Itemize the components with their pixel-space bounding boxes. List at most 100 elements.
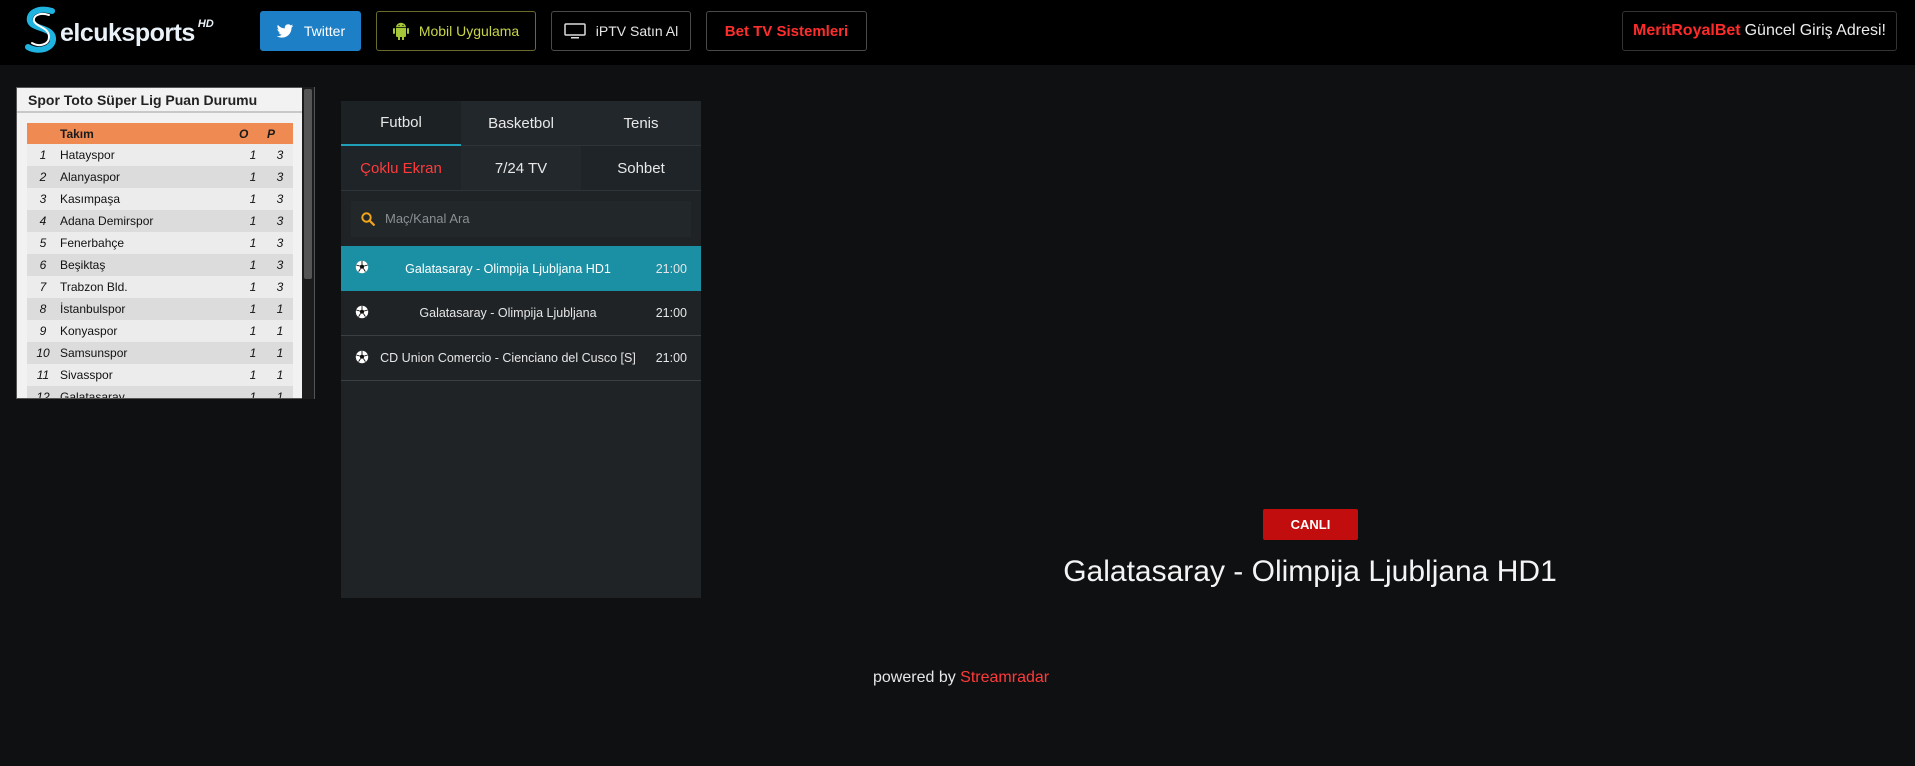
live-badge: CANLI: [1263, 509, 1358, 540]
standings-scroll-thumb[interactable]: [304, 89, 312, 279]
standings-row: 4 Adana Demirspor 1 3: [27, 210, 293, 232]
merit-royal-bet-button[interactable]: MeritRoyalBet Güncel Giriş Adresi!: [1622, 11, 1897, 51]
logo-s-icon: [25, 6, 56, 53]
tab-24-7-tv[interactable]: 7/24 TV: [461, 146, 581, 190]
tab-futbol[interactable]: Futbol: [341, 101, 461, 146]
tab-tenis[interactable]: Tenis: [581, 101, 701, 146]
points-header: P: [267, 123, 293, 144]
standings-row: 1 Hatayspor 1 3: [27, 144, 293, 166]
match-time: 21:00: [655, 306, 687, 320]
team-played: 1: [239, 342, 267, 364]
team-played: 1: [239, 386, 267, 398]
twitter-label: Twitter: [303, 23, 346, 39]
team-played: 1: [239, 210, 267, 232]
team-name: Fenerbahçe: [59, 232, 239, 254]
standings-table: Takım O P 1 Hatayspor 1 3 2 Alanyaspor 1 3 3 Kası…: [27, 123, 293, 398]
twitter-icon: [276, 23, 294, 38]
iptv-label: iPTV Satın Al: [595, 23, 679, 39]
standings-row: 6 Beşiktaş 1 3: [27, 254, 293, 276]
search-bar: [341, 191, 701, 246]
match-time: 21:00: [655, 351, 687, 365]
tab-multi-screen[interactable]: Çoklu Ekran: [341, 146, 461, 190]
bet-tv-button[interactable]: Bet TV Sistemleri: [706, 11, 867, 51]
standings-row: 11 Sivasspor 1 1: [27, 364, 293, 386]
search-box: [351, 200, 691, 237]
powered-by-footer: powered by Streamradar: [873, 669, 1049, 687]
standings-row: 8 İstanbulspor 1 1: [27, 298, 293, 320]
now-playing-title: Galatasaray - Olimpija Ljubljana HD1: [1063, 555, 1557, 588]
standings-row: 3 Kasımpaşa 1 3: [27, 188, 293, 210]
twitter-button[interactable]: Twitter: [260, 11, 361, 51]
tab-basketbol[interactable]: Basketbol: [461, 101, 581, 146]
team-played: 1: [239, 364, 267, 386]
team-points: 3: [267, 276, 293, 298]
search-input[interactable]: [385, 211, 665, 226]
match-item[interactable]: Galatasaray - Olimpija Ljubljana 21:00: [341, 291, 701, 336]
channel-panel: Futbol Basketbol Tenis Çoklu Ekran 7/24 …: [341, 101, 701, 598]
soccer-ball-icon: [355, 349, 369, 368]
team-played: 1: [239, 254, 267, 276]
standings-row: 10 Samsunspor 1 1: [27, 342, 293, 364]
match-name: Galatasaray - Olimpija Ljubljana: [419, 306, 597, 320]
team-points: 1: [267, 386, 293, 398]
merit-brand: MeritRoyalBet: [1633, 22, 1741, 39]
match-item[interactable]: Galatasaray - Olimpija Ljubljana HD1 21:0…: [341, 246, 701, 291]
team-points: 3: [267, 254, 293, 276]
team-name: Galatasaray: [59, 386, 239, 398]
match-item[interactable]: CD Union Comercio - Cienciano del Cusco …: [341, 336, 701, 381]
team-name: Samsunspor: [59, 342, 239, 364]
android-icon: [392, 22, 409, 40]
team-name: Trabzon Bld.: [59, 276, 239, 298]
team-rank: 1: [27, 144, 59, 166]
team-rank: 8: [27, 298, 59, 320]
played-header: O: [239, 123, 267, 144]
team-name: Alanyaspor: [59, 166, 239, 188]
sport-tabs: Futbol Basketbol Tenis: [341, 101, 701, 146]
team-name: Kasımpaşa: [59, 188, 239, 210]
team-name: İstanbulspor: [59, 298, 239, 320]
rank-header: [27, 123, 59, 144]
team-rank: 4: [27, 210, 59, 232]
logo-hd: HD: [197, 18, 214, 30]
team-rank: 11: [27, 364, 59, 386]
standings-row: 2 Alanyaspor 1 3: [27, 166, 293, 188]
team-points: 1: [267, 342, 293, 364]
site-logo[interactable]: elcuksports HD: [22, 5, 214, 57]
top-header: elcuksports HD Twitter Mobil Uygulama iP…: [0, 0, 1915, 65]
team-points: 3: [267, 144, 293, 166]
team-rank: 10: [27, 342, 59, 364]
match-name: Galatasaray - Olimpija Ljubljana HD1: [405, 261, 611, 276]
team-name: Beşiktaş: [59, 254, 239, 276]
logo-text: elcuksports: [60, 18, 195, 47]
tab-chat[interactable]: Sohbet: [581, 146, 701, 190]
streamradar-link[interactable]: Streamradar: [960, 669, 1049, 686]
standings-row: 7 Trabzon Bld. 1 3: [27, 276, 293, 298]
soccer-ball-icon: [355, 304, 369, 323]
team-played: 1: [239, 298, 267, 320]
standings-row: 9 Konyaspor 1 1: [27, 320, 293, 342]
team-rank: 6: [27, 254, 59, 276]
bet-tv-label: Bet TV Sistemleri: [724, 22, 849, 40]
team-rank: 9: [27, 320, 59, 342]
team-name: Hatayspor: [59, 144, 239, 166]
team-played: 1: [239, 232, 267, 254]
team-rank: 5: [27, 232, 59, 254]
match-time: 21:00: [655, 261, 687, 276]
standings-title: Spor Toto Süper Lig Puan Durumu: [17, 88, 314, 113]
mobile-app-label: Mobil Uygulama: [418, 23, 520, 39]
match-list: Galatasaray - Olimpija Ljubljana HD1 21:0…: [341, 246, 701, 381]
monitor-icon: [564, 23, 586, 39]
soccer-ball-icon: [355, 259, 369, 278]
team-played: 1: [239, 320, 267, 342]
team-points: 3: [267, 232, 293, 254]
mobile-app-button[interactable]: Mobil Uygulama: [376, 11, 536, 51]
iptv-button[interactable]: iPTV Satın Al: [551, 11, 691, 51]
team-points: 1: [267, 298, 293, 320]
team-points: 1: [267, 364, 293, 386]
team-name: Adana Demirspor: [59, 210, 239, 232]
team-points: 3: [267, 166, 293, 188]
merit-text: Güncel Giriş Adresi!: [1744, 22, 1886, 39]
standings-row: 12 Galatasaray 1 1: [27, 386, 293, 398]
standings-row: 5 Fenerbahçe 1 3: [27, 232, 293, 254]
team-played: 1: [239, 188, 267, 210]
